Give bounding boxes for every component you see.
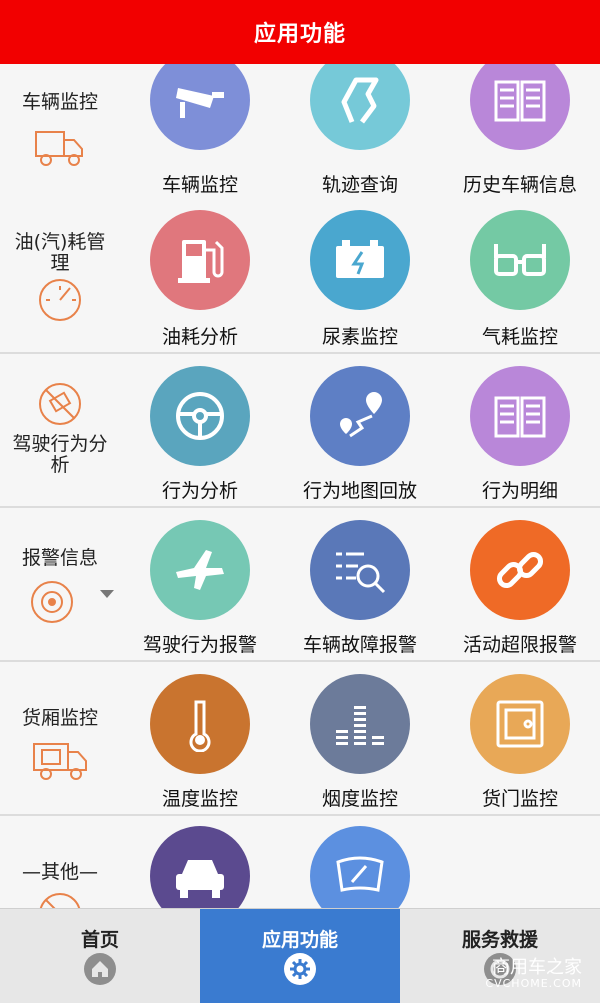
app-cargo-door-monitoring[interactable]: 货门监控: [440, 662, 600, 814]
section-alarm-info: 报警信息 驾驶行为报警 车辆故障报警 活动超限报警: [0, 508, 600, 662]
category-alarm-info[interactable]: 报警信息: [0, 508, 120, 660]
category-driving-behavior: 驾驶行为分析: [0, 354, 120, 506]
category-label: 车辆监控: [21, 91, 98, 113]
category-label: 驾驶行为分析: [12, 433, 108, 476]
app-behavior-analysis[interactable]: 行为分析: [120, 354, 280, 506]
alarm-target-icon: [24, 580, 80, 624]
app-label: 尿素监控: [321, 326, 398, 348]
app-history-vehicle-info[interactable]: 历史车辆信息: [440, 64, 600, 216]
function-list[interactable]: 车辆监控 车辆监控 轨迹查询 历史车辆信息 油(汽)耗管理 油耗分析 尿素监控 …: [0, 64, 600, 908]
app-vehicle-monitoring[interactable]: 车辆监控: [120, 64, 280, 216]
app-driving-behavior-alarm[interactable]: 驾驶行为报警: [120, 508, 280, 660]
section-fuel-management: 油(汽)耗管理 油耗分析 尿素监控 气耗监控: [0, 200, 600, 354]
no-phone-icon: [32, 892, 88, 908]
app-label: 行为地图回放: [302, 480, 417, 502]
section-vehicle-monitoring: 车辆监控 车辆监控 轨迹查询 历史车辆信息: [0, 64, 600, 218]
category-vehicle-monitoring: 车辆监控: [0, 64, 120, 216]
nav-label: 应用功能: [261, 929, 338, 951]
map-pin-route-icon: [310, 366, 410, 466]
app-behavior-map-playback[interactable]: 行为地图回放: [280, 354, 440, 506]
category-label: 货厢监控: [21, 707, 98, 729]
cargo-truck-icon: [32, 738, 88, 782]
section-cargo-monitoring: 货厢监控 温度监控 烟度监控 货门监控: [0, 662, 600, 816]
nav-label: 首页: [80, 929, 119, 951]
app-label: 行为明细: [481, 480, 558, 502]
app-behavior-details[interactable]: 行为明细: [440, 354, 600, 506]
battery-icon: [310, 210, 410, 310]
gauge-icon: [32, 278, 88, 322]
app-label: 轨迹查询: [321, 174, 398, 196]
car-icon: [150, 826, 250, 908]
app-windshield-other[interactable]: [280, 816, 440, 908]
watermark: 商用车之家 CVCHOME.COM: [412, 933, 592, 997]
no-phone-icon: [32, 382, 88, 426]
app-vehicle-other[interactable]: [120, 816, 280, 908]
app-header: 应用功能: [0, 0, 600, 64]
watermark-url: CVCHOME.COM: [485, 977, 582, 990]
app-smoke-monitoring[interactable]: 烟度监控: [280, 662, 440, 814]
app-label: 车辆故障报警: [302, 634, 417, 656]
category-fuel-management: 油(汽)耗管理: [0, 200, 120, 352]
watermark-text: 商用车之家: [492, 957, 582, 978]
app-fuel-analysis[interactable]: 油耗分析: [120, 200, 280, 352]
category-label: —其他—: [21, 861, 98, 883]
section-driving-behavior: 驾驶行为分析 行为分析 行为地图回放 行为明细: [0, 354, 600, 508]
category-other: —其他—: [0, 816, 120, 908]
open-book-icon: [470, 366, 570, 466]
app-label: 烟度监控: [321, 788, 398, 810]
app-activity-overlimit-alarm[interactable]: 活动超限报警: [440, 508, 600, 660]
cctv-camera-icon: [150, 64, 250, 150]
fuel-pump-icon: [150, 210, 250, 310]
nav-home[interactable]: 首页: [0, 909, 200, 1003]
airplane-icon: [150, 520, 250, 620]
section-other: —其他—: [0, 816, 600, 908]
app-label: 气耗监控: [481, 326, 558, 348]
page-title: 应用功能: [253, 22, 346, 47]
home-icon: [84, 953, 116, 985]
list-search-icon: [310, 520, 410, 620]
app-label: 历史车辆信息: [462, 174, 577, 196]
app-label: 货门监控: [481, 788, 558, 810]
app-temperature-monitoring[interactable]: 温度监控: [120, 662, 280, 814]
chain-link-icon: [470, 520, 570, 620]
app-label: 活动超限报警: [462, 634, 577, 656]
bottom-nav: 首页 应用功能 服务救援 商用车之家 CVCHOME.COM: [0, 908, 600, 1003]
nav-app-functions[interactable]: 应用功能: [200, 909, 400, 1003]
gear-icon: [284, 953, 316, 985]
truck-icon: [32, 126, 88, 170]
category-label: 报警信息: [21, 547, 98, 569]
app-urea-monitoring[interactable]: 尿素监控: [280, 200, 440, 352]
open-book-icon: [470, 64, 570, 150]
app-label: 行为分析: [161, 480, 238, 502]
thermometer-icon: [150, 674, 250, 774]
app-track-query[interactable]: 轨迹查询: [280, 64, 440, 216]
category-cargo-monitoring: 货厢监控: [0, 662, 120, 814]
category-label: 油(汽)耗管理: [14, 231, 106, 274]
app-gas-monitoring[interactable]: 气耗监控: [440, 200, 600, 352]
track-route-icon: [310, 64, 410, 150]
app-label: 油耗分析: [161, 326, 238, 348]
windshield-icon: [310, 826, 410, 908]
app-label: 温度监控: [161, 788, 238, 810]
app-label: 驾驶行为报警: [142, 634, 257, 656]
steering-wheel-icon: [150, 366, 250, 466]
chevron-down-icon[interactable]: [100, 590, 114, 598]
equalizer-icon: [310, 674, 410, 774]
app-vehicle-fault-alarm[interactable]: 车辆故障报警: [280, 508, 440, 660]
glasses-icon: [470, 210, 570, 310]
safe-door-icon: [470, 674, 570, 774]
app-label: 车辆监控: [161, 174, 238, 196]
